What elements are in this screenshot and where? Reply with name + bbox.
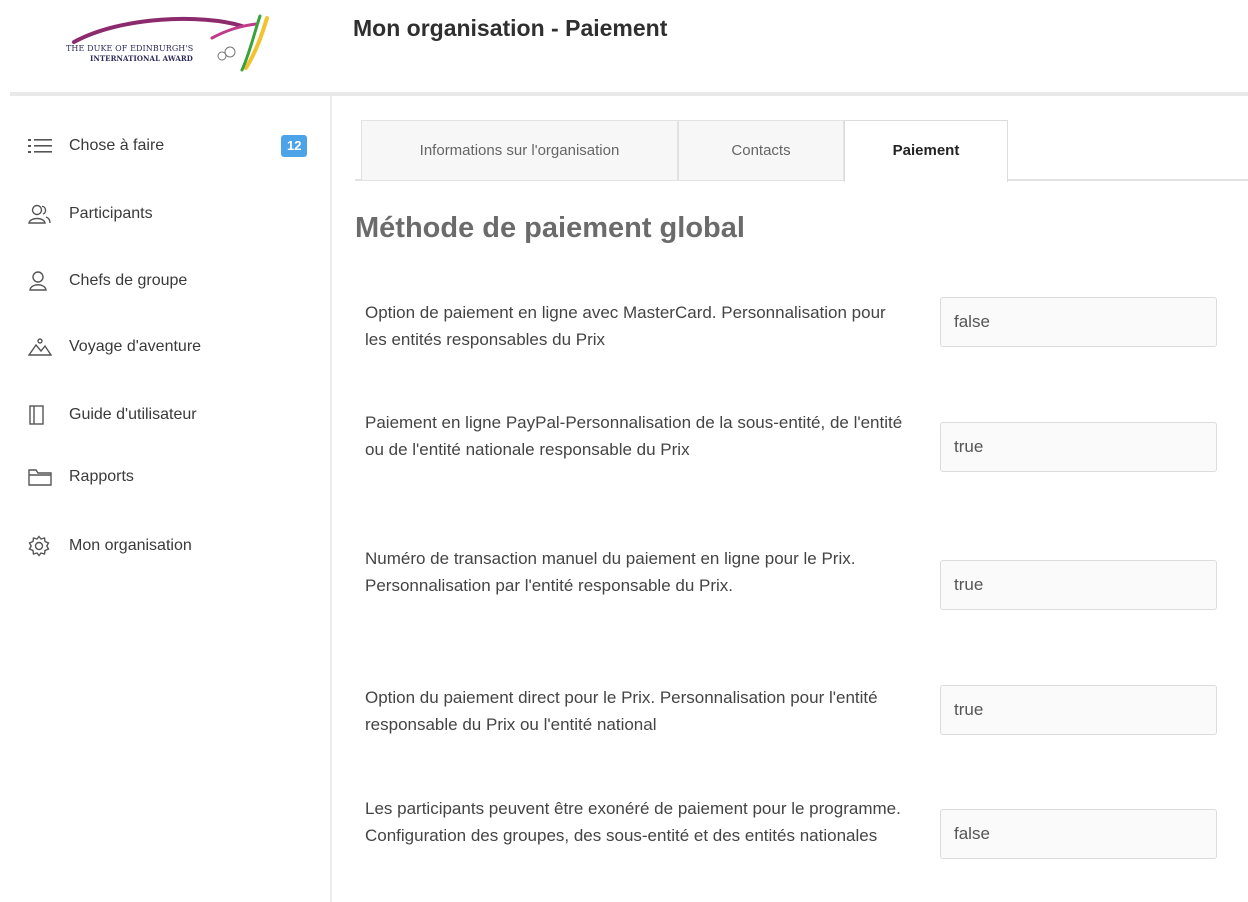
page-title: Mon organisation - Paiement bbox=[353, 15, 668, 41]
setting-label-payment-exemption: Les participants peuvent être exonéré de… bbox=[365, 799, 901, 845]
setting-label-paypal: Paiement en ligne PayPal-Personnalisatio… bbox=[365, 413, 903, 459]
app-header: THE DUKE OF EDINBURGH'S INTERNATIONAL AW… bbox=[0, 0, 1248, 92]
group-leader-icon bbox=[28, 270, 52, 292]
award-logo[interactable]: THE DUKE OF EDINBURGH'S INTERNATIONAL AW… bbox=[62, 12, 272, 74]
setting-label-manual-transaction: Numéro de transaction manuel du paiement… bbox=[365, 549, 856, 595]
tab-payment[interactable]: Paiement bbox=[844, 120, 1008, 182]
list-icon bbox=[28, 135, 52, 157]
sidebar-item-adventure[interactable]: Voyage d'aventure bbox=[0, 328, 330, 368]
mastercard-option-field[interactable] bbox=[940, 297, 1217, 347]
logo-text-line2: INTERNATIONAL AWARD bbox=[90, 54, 193, 63]
tab-label: Informations sur l'organisation bbox=[419, 142, 620, 159]
sidebar-item-label: Voyage d'aventure bbox=[69, 338, 202, 355]
logo-swoosh-graphic bbox=[72, 14, 269, 72]
direct-payment-field[interactable] bbox=[940, 685, 1217, 735]
participants-icon bbox=[28, 203, 52, 225]
logo-text-line1: THE DUKE OF EDINBURGH'S bbox=[66, 44, 194, 53]
sidebar-item-my-organisation[interactable]: Mon organisation bbox=[0, 527, 330, 567]
tab-contacts[interactable]: Contacts bbox=[678, 120, 844, 180]
sidebar-item-label: Chefs de groupe bbox=[69, 272, 188, 289]
header-divider bbox=[10, 92, 1248, 96]
gear-icon bbox=[28, 535, 52, 557]
sidebar-item-label: Participants bbox=[69, 205, 153, 222]
sidebar-item-todo[interactable]: Chose à faire 12 bbox=[0, 127, 330, 167]
folder-icon bbox=[28, 466, 52, 488]
sidebar-item-group-leaders[interactable]: Chefs de groupe bbox=[0, 262, 330, 302]
sidebar-item-user-guide[interactable]: Guide d'utilisateur bbox=[0, 396, 330, 436]
tab-label: Contacts bbox=[731, 142, 791, 159]
todo-count-badge: 12 bbox=[281, 135, 308, 157]
setting-label-mastercard: Option de paiement en ligne avec MasterC… bbox=[365, 303, 886, 349]
sidebar-item-reports[interactable]: Rapports bbox=[0, 458, 330, 498]
sidebar-item-label: Chose à faire bbox=[69, 137, 165, 154]
tab-label: Paiement bbox=[892, 142, 960, 159]
paypal-option-field[interactable] bbox=[940, 422, 1217, 472]
payment-exemption-field[interactable] bbox=[940, 809, 1217, 859]
section-title: Méthode de paiement global bbox=[355, 212, 745, 244]
sidebar-item-participants[interactable]: Participants bbox=[0, 195, 330, 235]
setting-label-direct-payment: Option du paiement direct pour le Prix. … bbox=[365, 688, 878, 734]
book-icon bbox=[28, 404, 52, 426]
sidebar-divider bbox=[330, 96, 332, 902]
mountains-icon bbox=[27, 336, 53, 358]
tab-organisation-info[interactable]: Informations sur l'organisation bbox=[361, 120, 678, 180]
sidebar-item-label: Mon organisation bbox=[69, 537, 192, 554]
manual-transaction-field[interactable] bbox=[940, 560, 1217, 610]
sidebar-item-label: Guide d'utilisateur bbox=[69, 406, 197, 423]
sidebar-item-label: Rapports bbox=[69, 468, 134, 485]
